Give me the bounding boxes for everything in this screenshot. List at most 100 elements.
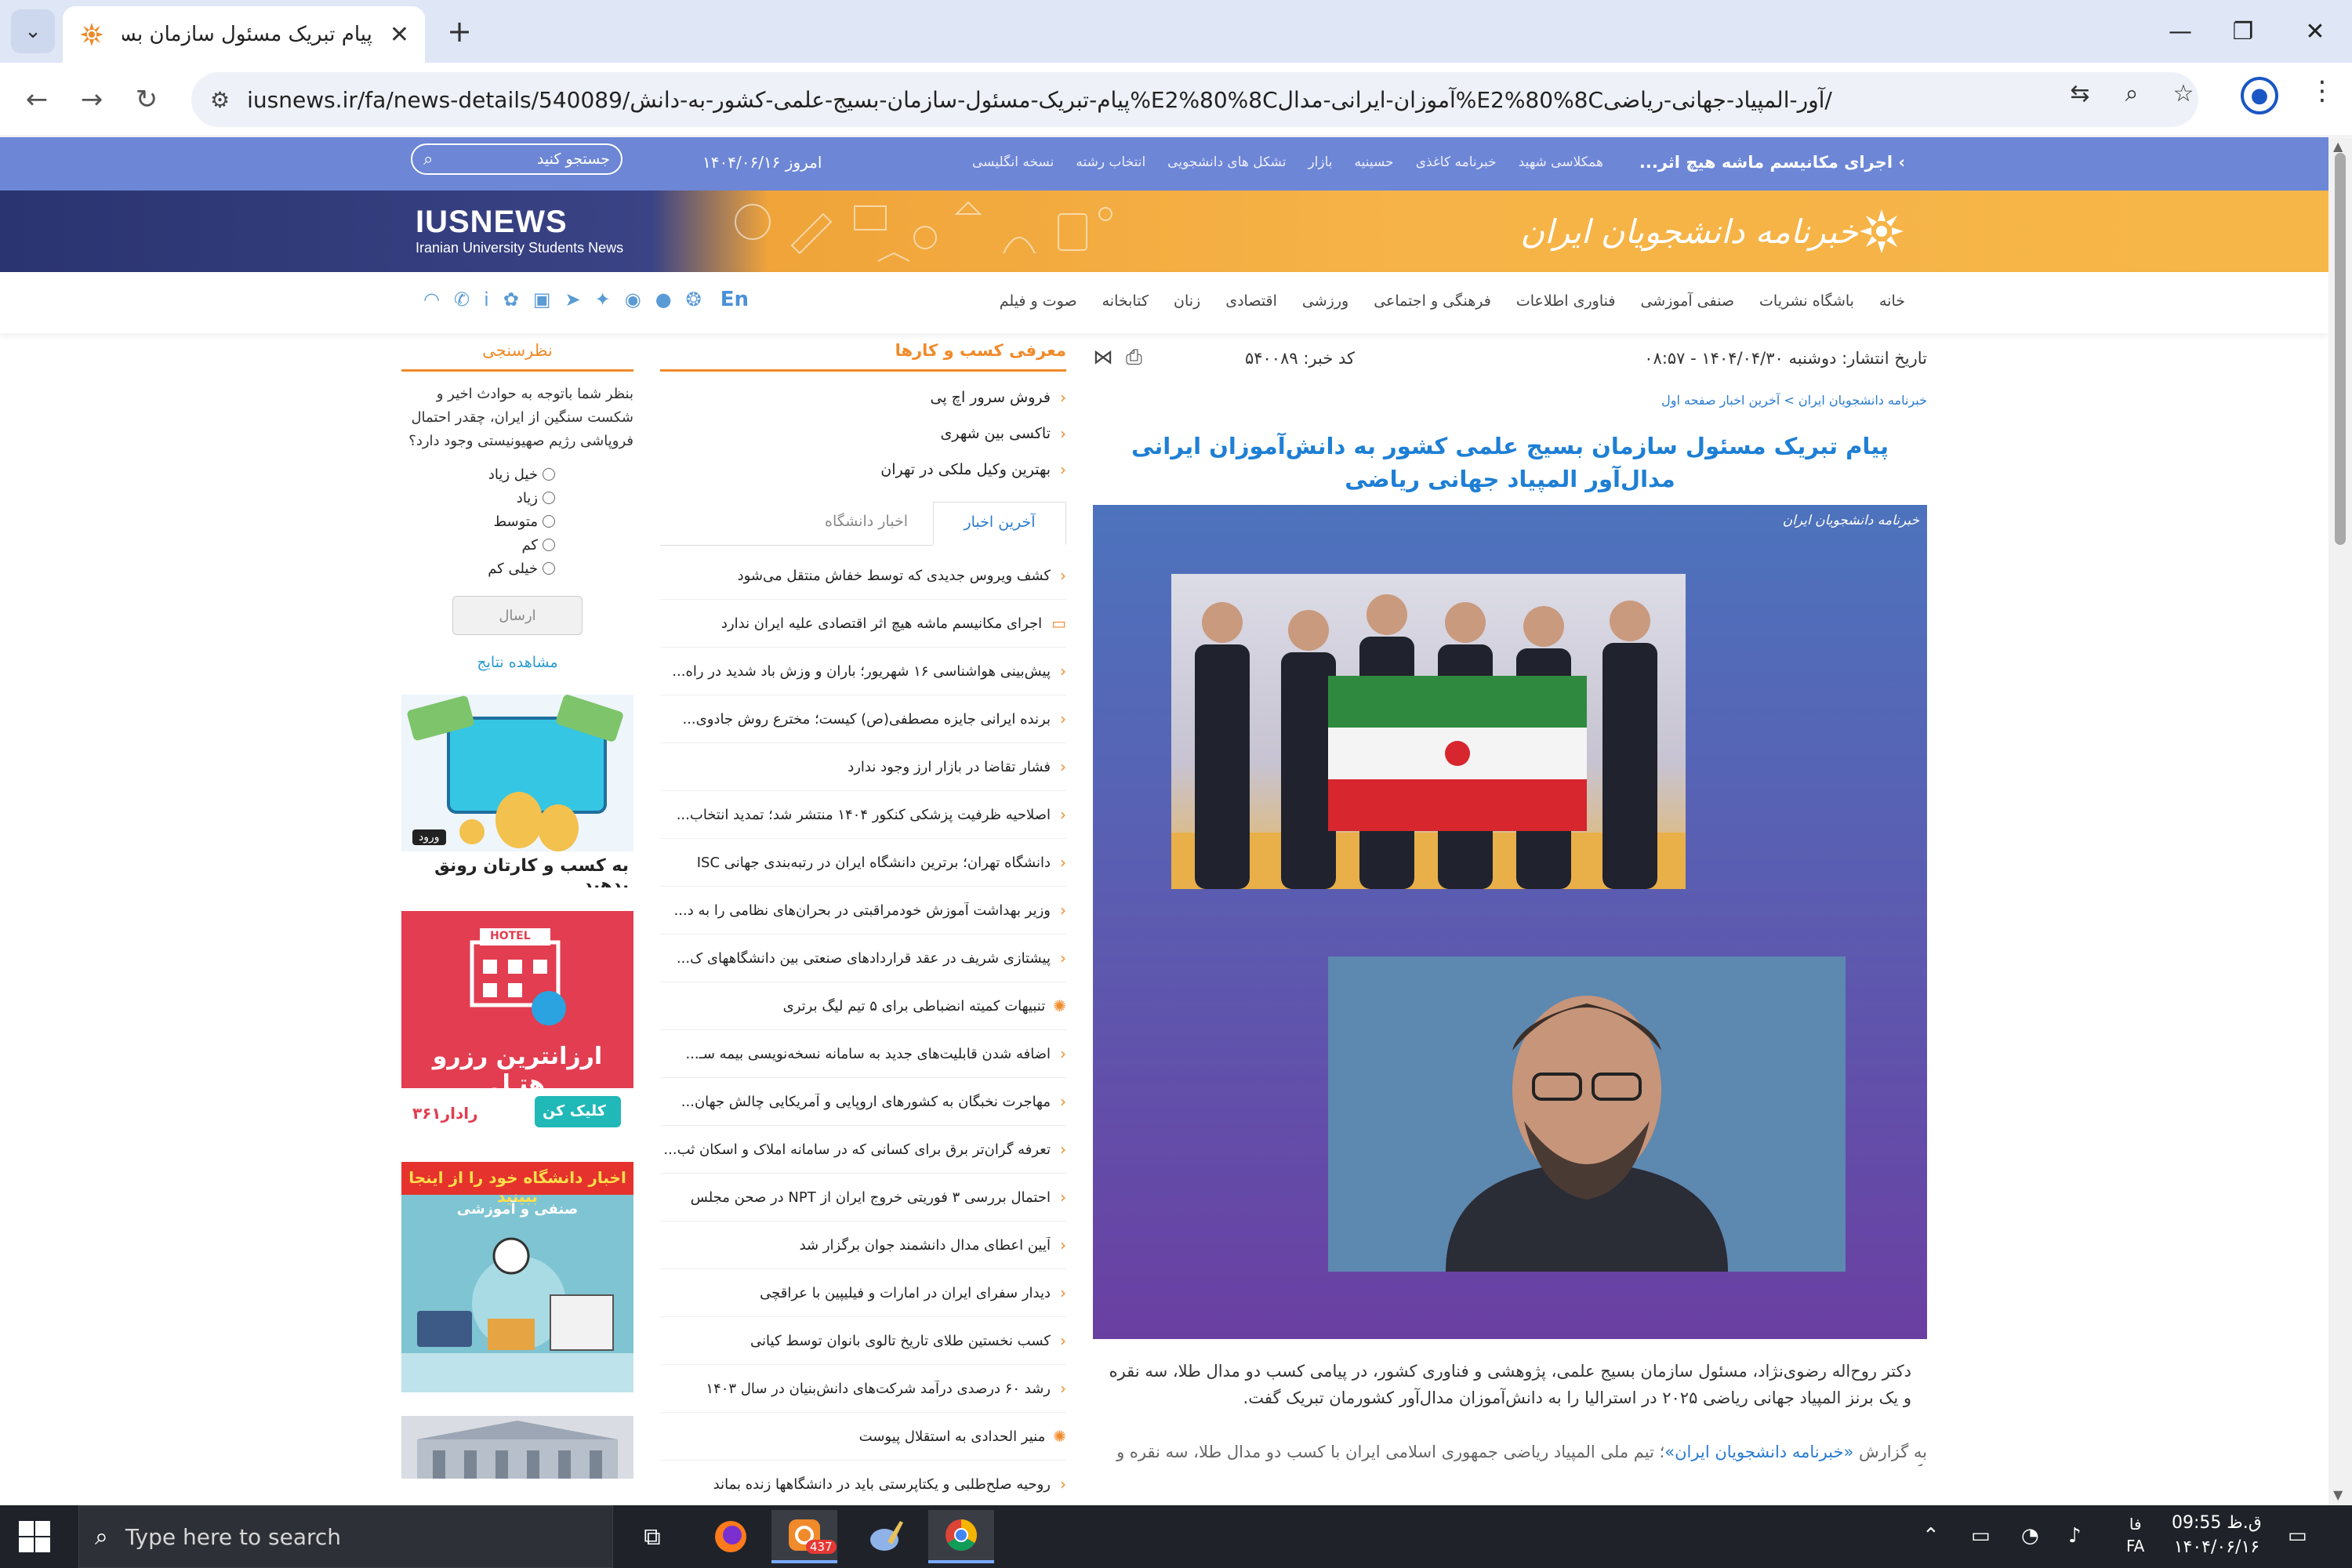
tab-search-button[interactable]: ⌄ bbox=[11, 9, 55, 53]
nav-item[interactable]: صنفی آموزشی bbox=[1640, 292, 1734, 310]
poll-option[interactable]: خیل زیاد bbox=[401, 463, 555, 486]
source-link[interactable]: «خبرنامه دانشجویان ایران» bbox=[1664, 1443, 1853, 1461]
ad-building-banner[interactable] bbox=[401, 1416, 633, 1479]
news-item[interactable]: ‹ پیش‌بینی هواشناسی ۱۶ شهریور؛ باران و وز… bbox=[660, 648, 1066, 695]
nav-item[interactable]: فرهنگی و اجتماعی bbox=[1374, 292, 1491, 310]
news-item[interactable]: ‹ تعرفه گران‌تر برق برای کسانی که در ساما… bbox=[660, 1126, 1066, 1174]
browser-menu-icon[interactable]: ⋮ bbox=[2309, 75, 2336, 107]
business-item[interactable]: ‹ تاکسی بین شهری bbox=[660, 416, 1066, 452]
ad-hotel-banner[interactable]: HOTEL ارزانترین رزرو هتـل کلیک کن رادار۳… bbox=[401, 911, 633, 1138]
taskbar-search-box[interactable]: ⌕ Type here to search bbox=[78, 1505, 613, 1568]
news-item[interactable]: ‹ کسب نخستین طلای تاریخ تالوی بانوان توسط… bbox=[660, 1317, 1066, 1365]
top-link[interactable]: خبرنامه کاغذی bbox=[1416, 154, 1497, 170]
nav-item[interactable]: صوت و فیلم bbox=[1000, 292, 1077, 310]
brand-name-fa[interactable]: خبرنامه دانشجویان ایران bbox=[1520, 212, 1858, 251]
news-item[interactable]: ‹ آیین اعطای مدال دانشمند جوان برگزار شد bbox=[660, 1221, 1066, 1269]
top-link[interactable]: بازار bbox=[1308, 154, 1332, 170]
news-item[interactable]: ‹ وزیر بهداشت آموزش خودمراقبتی در بحران‌ه… bbox=[660, 887, 1066, 935]
news-item[interactable]: ‹ احتمال بررسی ۳ فوریتی خروج ایران از NPT… bbox=[660, 1174, 1066, 1221]
eitaa-icon[interactable]: ◉ bbox=[625, 289, 641, 310]
top-link[interactable]: انتخاب رشته bbox=[1076, 154, 1145, 170]
tab-latest-news[interactable]: آخرین اخبار bbox=[933, 502, 1066, 546]
news-item[interactable]: ✺ تنبیهات کمیته انضباطی برای ۵ تیم لیگ بر… bbox=[660, 982, 1066, 1030]
poll-option[interactable]: متوسط bbox=[401, 510, 555, 533]
minimize-button[interactable]: — bbox=[2145, 8, 2216, 55]
browser-tab-active[interactable]: پیام تبریک مسئول سازمان بسیج ع ✕ bbox=[63, 6, 425, 63]
news-item[interactable]: ‹ رشد ۶۰ درصدی درآمد شرکت‌های دانش‌بنیان … bbox=[660, 1365, 1066, 1413]
top-link[interactable]: حسینیه bbox=[1355, 154, 1394, 170]
rubika-icon[interactable]: ❂ bbox=[686, 289, 702, 310]
print-icon[interactable]: ⎙ bbox=[1126, 346, 1142, 370]
new-tab-button[interactable]: + bbox=[439, 11, 480, 52]
zoom-icon[interactable]: ⌕ bbox=[2111, 72, 2153, 114]
notifications-icon[interactable]: ▭ bbox=[2288, 1524, 2307, 1548]
instagram-icon[interactable]: ▣ bbox=[533, 289, 551, 310]
brand-logo-en[interactable]: IUSNEWS Iranian University Students News bbox=[416, 205, 623, 256]
poll-option[interactable]: زیاد bbox=[401, 486, 555, 510]
language-indicator[interactable]: فا FA bbox=[2126, 1515, 2144, 1555]
scroll-up-icon[interactable]: ▲ bbox=[2333, 139, 2343, 154]
radio-button[interactable] bbox=[543, 492, 555, 504]
news-item[interactable]: ‹ روحیه صلح‌طلبی و یکتاپرستی باید در دانش… bbox=[660, 1461, 1066, 1505]
url-text[interactable]: iusnews.ir/fa/news-details/540089/پیام-ت… bbox=[247, 87, 2180, 113]
bookmark-star-icon[interactable]: ☆ bbox=[2162, 72, 2205, 114]
radio-button[interactable] bbox=[543, 515, 555, 528]
top-link[interactable]: همکلاسی شهید bbox=[1519, 154, 1603, 170]
twitter-icon[interactable]: ✦ bbox=[595, 289, 611, 310]
radio-button[interactable] bbox=[543, 539, 555, 551]
windows-start-icon[interactable] bbox=[17, 1519, 52, 1554]
forward-button[interactable]: → bbox=[71, 78, 113, 121]
paint-app[interactable] bbox=[853, 1510, 919, 1563]
site-search-box[interactable]: ⌕ جستجو کنید bbox=[411, 143, 622, 175]
phone-icon[interactable]: ✆ bbox=[454, 289, 470, 310]
firefox-app[interactable] bbox=[698, 1510, 764, 1563]
task-view-icon[interactable]: ⧉ bbox=[629, 1513, 676, 1560]
news-ticker[interactable]: › اجرای مکانیسم ماشه هیچ اثر... bbox=[1639, 153, 1905, 172]
ad-university-banner[interactable]: اخبار دانشگاه خود را از اینجا ببینید صنف… bbox=[401, 1162, 633, 1392]
news-item[interactable]: ‹ برنده ایرانی جایزه مصطفی(ص) کیست؛ مخترع… bbox=[660, 695, 1066, 743]
battery-icon[interactable]: ▭ bbox=[1971, 1524, 1991, 1548]
reload-button[interactable]: ↻ bbox=[125, 78, 168, 121]
wifi-icon[interactable]: ◔ bbox=[2021, 1524, 2039, 1548]
news-item[interactable]: ✺ منیر الحدادی به استقلال پیوست bbox=[660, 1413, 1066, 1461]
tab-close-icon[interactable]: ✕ bbox=[390, 21, 409, 49]
top-link[interactable]: تشکل های دانشجویی bbox=[1167, 154, 1286, 170]
radio-button[interactable] bbox=[543, 562, 555, 575]
nav-item[interactable]: فناوری اطلاعات bbox=[1516, 292, 1616, 310]
nav-item[interactable]: ورزشی bbox=[1302, 292, 1348, 310]
news-item[interactable]: ‹ پیشتازی شریف در عقد قراردادهای صنعتی بی… bbox=[660, 935, 1066, 982]
breadcrumb[interactable]: خبرنامه دانشجویان ایران > آخرین اخبار صف… bbox=[1093, 393, 1927, 408]
poll-submit-button[interactable]: ارسال bbox=[452, 596, 583, 635]
messenger-app[interactable]: 437 bbox=[771, 1510, 837, 1563]
news-item[interactable]: ‹ دیدار سفرای ایران در امارات و فیلیپین ب… bbox=[660, 1269, 1066, 1317]
top-link[interactable]: نسخه انگلیسی bbox=[972, 154, 1054, 170]
nav-item[interactable]: زنان bbox=[1174, 292, 1200, 310]
nav-item[interactable]: خانه bbox=[1879, 292, 1905, 310]
rss-icon[interactable]: ◠ bbox=[423, 289, 440, 310]
site-info-icon[interactable]: ⚙ bbox=[210, 87, 230, 113]
news-item[interactable]: ▭ اجرای مکانیسم ماشه هیچ اثر اقتصادی علیه… bbox=[660, 600, 1066, 648]
poll-results-link[interactable]: مشاهده نتایج bbox=[401, 654, 633, 671]
scrollbar-thumb[interactable] bbox=[2335, 153, 2346, 545]
ad-click-button[interactable]: کلیک کن bbox=[543, 1102, 606, 1120]
taskbar-clock[interactable]: ق.ظ 09:55 ۱۴۰۴/۰۶/۱۶ bbox=[2172, 1513, 2262, 1557]
english-version-link[interactable]: En bbox=[720, 288, 749, 311]
chrome-app[interactable] bbox=[928, 1510, 994, 1563]
translate-icon[interactable]: ⇆ bbox=[2059, 72, 2101, 114]
news-item[interactable]: ‹ اضافه شدن قابلیت‌های جدید به سامانه نسخ… bbox=[660, 1030, 1066, 1078]
aparat-icon[interactable]: ✿ bbox=[503, 289, 519, 310]
bale-icon[interactable]: ● bbox=[655, 289, 672, 310]
nav-item[interactable]: باشگاه نشریات bbox=[1759, 292, 1854, 310]
nav-item[interactable]: کتابخانه bbox=[1102, 292, 1149, 310]
share-icon[interactable]: ⋈ bbox=[1093, 346, 1113, 370]
scroll-down-icon[interactable]: ▼ bbox=[2333, 1487, 2343, 1502]
business-item[interactable]: ‹ فروش سرور اچ پی bbox=[660, 379, 1066, 416]
chevron-up-icon[interactable]: ⌃ bbox=[1922, 1524, 1940, 1548]
page-scrollbar[interactable]: ▲ ▼ bbox=[2328, 137, 2352, 1505]
poll-option[interactable]: کم bbox=[401, 533, 555, 557]
nav-item[interactable]: اقتصادی bbox=[1225, 292, 1277, 310]
url-bar[interactable]: ⚙ iusnews.ir/fa/news-details/540089/پیام… bbox=[191, 72, 2198, 127]
radio-button[interactable] bbox=[543, 468, 555, 481]
info-icon[interactable]: i bbox=[484, 289, 489, 310]
news-item[interactable]: ‹ مهاجرت نخبگان به کشورهای اروپایی و آمری… bbox=[660, 1078, 1066, 1126]
